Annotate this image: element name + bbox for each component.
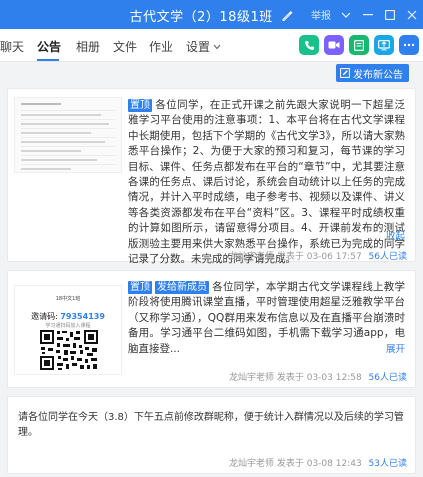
pinned-tag: 置顶 [128,281,152,294]
chevron-down-icon[interactable] [339,8,353,22]
announcement-card[interactable]: 请各位同学在今天（3.8）下午五点前修改群昵称，便于统计入群情况以及后续的学习管… [7,396,416,474]
document-thumbnail[interactable] [14,97,122,173]
announcement-text: 置顶 发给新成员 各位同学，本学期古代文学课程线上教学阶段将使用腾讯课堂直播，平时管… [128,280,405,357]
read-count[interactable]: 56人已读 [369,373,407,383]
author: 龙灿宇老师 [228,252,274,262]
new-member-tag: 发给新成员 [155,281,209,294]
publish-label: 发布新公告 [353,69,403,81]
title-bar: 古代文学（2）18级1班 举报 [0,0,423,29]
poster-class: 18中文1班 [55,296,81,302]
poster-note: 学习通扫码加入课程 [45,323,91,329]
tab-files[interactable]: 文件 [113,38,137,55]
posted-time: 发表于 03-08 12:43 [276,459,362,469]
expand-link[interactable]: 展开 [386,341,405,355]
report-link[interactable]: 举报 [311,7,331,22]
close-icon[interactable] [405,8,419,22]
active-tab-indicator [37,59,59,61]
tab-homework[interactable]: 作业 [149,38,173,55]
announcement-card[interactable]: 18中文1班 邀请码: 79354139 学习通扫码加入课程 置顶 发给新成员 各位… [7,270,416,388]
pinned-tag: 置顶 [128,99,152,112]
announcement-meta: 龙灿宇老师 发表于 03-03 12:58 56人已读 [229,370,407,383]
video-icon[interactable] [324,35,344,55]
window-title-text: 古代文学（2）18级1班 [129,10,273,25]
tab-settings-label: 设置 [186,40,211,54]
publish-announcement-button[interactable]: 发布新公告 [336,64,409,82]
author: 龙灿宇老师 [228,373,274,383]
tab-settings[interactable]: 设置 [186,38,221,55]
tab-chat[interactable]: 聊天 [0,38,24,55]
announcement-text: 置顶 各位同学，在正式开课之前先跟大家说明一下超星泛雅学习平台使用的注意事项：1、… [128,98,405,267]
announcement-body: 各位同学，在正式开课之前先跟大家说明一下超星泛雅学习平台使用的注意事项：1、本平… [128,99,405,266]
collapse-link[interactable]: 收起 [386,228,405,242]
posted-time: 发表于 03-03 12:58 [276,373,362,383]
more-icon[interactable] [399,35,419,55]
author: 龙灿宇老师 [228,459,274,469]
announcement-meta: 龙灿宇老师 发表于 03-08 12:43 53人已读 [229,456,407,469]
tab-announcements[interactable]: 公告 [37,38,61,55]
call-icon[interactable] [299,35,319,55]
qr-code-icon [40,330,98,370]
maximize-icon[interactable] [383,8,397,22]
tab-album[interactable]: 相册 [76,38,100,55]
invite-code: 79354139 [60,312,105,321]
read-count[interactable]: 56人已读 [369,252,407,262]
read-count[interactable]: 53人已读 [369,459,407,469]
announcement-meta: 龙灿宇老师 发表于 03-06 17:57 56人已读 [229,249,407,262]
caret-down-icon [213,44,221,50]
invite-label: 邀请码: [31,312,58,321]
tab-bar: 聊天 公告 相册 文件 作业 设置 [0,29,423,62]
poster-invite: 邀请码: 79354139 [15,311,121,322]
announcement-body: 请各位同学在今天（3.8）下午五点前修改群昵称，便于统计入群情况以及后续的学习管… [18,412,404,438]
doc-icon[interactable] [349,35,369,55]
edit-note-icon [340,68,350,78]
minimize-icon[interactable] [361,8,375,22]
announcement-card[interactable]: 置顶 各位同学，在正式开课之前先跟大家说明一下超星泛雅学习平台使用的注意事项：1、… [7,88,416,265]
edit-icon[interactable] [281,10,293,22]
qr-poster-thumbnail[interactable]: 18中文1班 邀请码: 79354139 学习通扫码加入课程 [14,285,122,375]
screen-share-icon[interactable] [374,35,394,55]
posted-time: 发表于 03-06 17:57 [276,252,362,262]
